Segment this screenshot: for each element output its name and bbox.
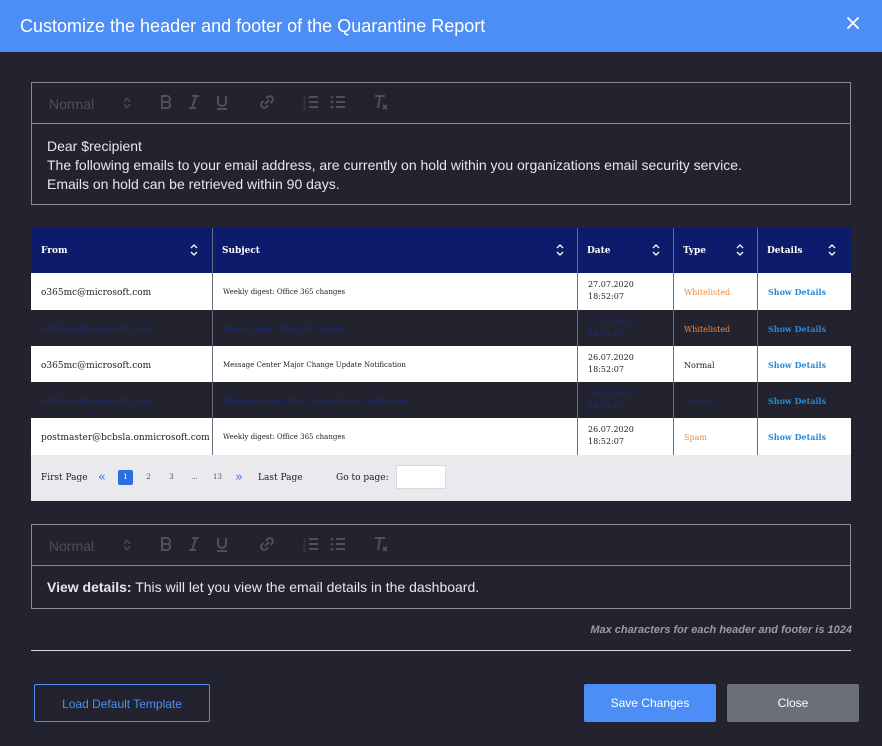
page-button[interactable]: 1: [118, 470, 133, 485]
header-line: Dear $recipient: [47, 138, 142, 154]
divider: [31, 650, 851, 651]
link-icon[interactable]: [259, 536, 275, 554]
column-header-details[interactable]: Details: [757, 228, 851, 273]
column-divider: [757, 228, 758, 455]
table-header: From Subject Date Type Details: [31, 228, 851, 273]
footer-editor-toolbar: Normal 123: [32, 525, 850, 566]
double-chevron-right-icon[interactable]: »: [235, 470, 243, 485]
underline-icon[interactable]: [215, 536, 229, 554]
header-line: The following emails to your email addre…: [47, 157, 742, 173]
table-row: o365mc@microsoft.com Weekly digest: Offic…: [31, 273, 851, 310]
dialog-header: Customize the header and footer of the Q…: [0, 0, 882, 52]
ordered-list-icon[interactable]: 123: [303, 536, 319, 554]
footer-editor: Normal 123 View details: This will let y…: [31, 524, 851, 609]
format-select-value: Normal: [49, 538, 95, 554]
svg-text:3: 3: [303, 548, 306, 552]
header-editor-toolbar: Normal 123: [32, 83, 850, 124]
underline-icon[interactable]: [215, 94, 229, 112]
format-select-value: Normal: [49, 96, 95, 112]
sort-icon: [555, 243, 565, 257]
load-default-template-button[interactable]: Load Default Template: [34, 684, 210, 722]
select-caret-icon: [123, 539, 131, 551]
footer-bold-text: View details:: [47, 579, 132, 595]
table-row: o365mc@microsoft.com Message Center Major…: [31, 382, 851, 418]
save-changes-button[interactable]: Save Changes: [584, 684, 716, 722]
column-header-type[interactable]: Type: [673, 228, 757, 273]
italic-icon[interactable]: [187, 536, 201, 554]
header-line: Emails on hold can be retrieved within 9…: [47, 176, 340, 192]
header-editor-content[interactable]: Dear $recipient The following emails to …: [32, 124, 850, 207]
column-divider: [673, 228, 674, 455]
clear-format-icon[interactable]: [373, 94, 389, 112]
customize-report-dialog: Customize the header and footer of the Q…: [0, 0, 882, 746]
character-limit-note: Max characters for each header and foote…: [590, 624, 852, 636]
table-row: postmaster@bcbsla.onmicrosoft.com Weekly …: [31, 418, 851, 455]
column-divider: [577, 228, 578, 455]
dialog-title: Customize the header and footer of the Q…: [20, 16, 486, 36]
italic-icon[interactable]: [187, 94, 201, 112]
ordered-list-icon[interactable]: 123: [303, 94, 319, 112]
table-row: o365mc@microsoft.com Weekly digest: Offic…: [31, 310, 851, 346]
page-ellipsis: ...: [191, 473, 198, 481]
close-icon[interactable]: [843, 13, 863, 33]
sort-icon: [651, 243, 661, 257]
link-icon[interactable]: [259, 94, 275, 112]
column-header-date[interactable]: Date: [577, 228, 673, 273]
column-header-from[interactable]: From: [31, 228, 212, 273]
header-editor: Normal 123 Dear $recipient The following…: [31, 82, 851, 205]
go-to-page-label: Go to page:: [336, 473, 389, 483]
clear-format-icon[interactable]: [373, 536, 389, 554]
pagination-bar: First Page « 1 2 3 ... 13 » Last Page Go…: [31, 455, 851, 501]
sort-icon: [827, 243, 837, 257]
quarantine-preview-table: From Subject Date Type Details o365mc@mi…: [31, 228, 851, 501]
column-header-subject[interactable]: Subject: [212, 228, 577, 273]
format-select[interactable]: Normal: [49, 94, 135, 112]
last-page-link[interactable]: Last Page: [258, 473, 303, 483]
column-divider: [212, 228, 213, 455]
page-button[interactable]: 3: [164, 470, 179, 485]
bold-icon[interactable]: [159, 536, 173, 554]
bullet-list-icon[interactable]: [330, 536, 346, 554]
sort-icon: [189, 243, 199, 257]
footer-editor-content[interactable]: View details: This will let you view the…: [32, 566, 850, 610]
bullet-list-icon[interactable]: [330, 94, 346, 112]
page-button[interactable]: 13: [210, 470, 225, 485]
table-row: o365mc@microsoft.com Message Center Major…: [31, 346, 851, 382]
select-caret-icon: [123, 97, 131, 109]
bold-icon[interactable]: [159, 94, 173, 112]
page-button[interactable]: 2: [141, 470, 156, 485]
go-to-page-input[interactable]: [396, 465, 446, 489]
first-page-link[interactable]: First Page: [41, 473, 88, 483]
footer-text: This will let you view the email details…: [131, 579, 480, 595]
double-chevron-left-icon[interactable]: «: [98, 470, 106, 485]
format-select[interactable]: Normal: [49, 536, 135, 554]
sort-icon: [735, 243, 745, 257]
close-button[interactable]: Close: [727, 684, 859, 722]
svg-text:3: 3: [303, 106, 306, 110]
